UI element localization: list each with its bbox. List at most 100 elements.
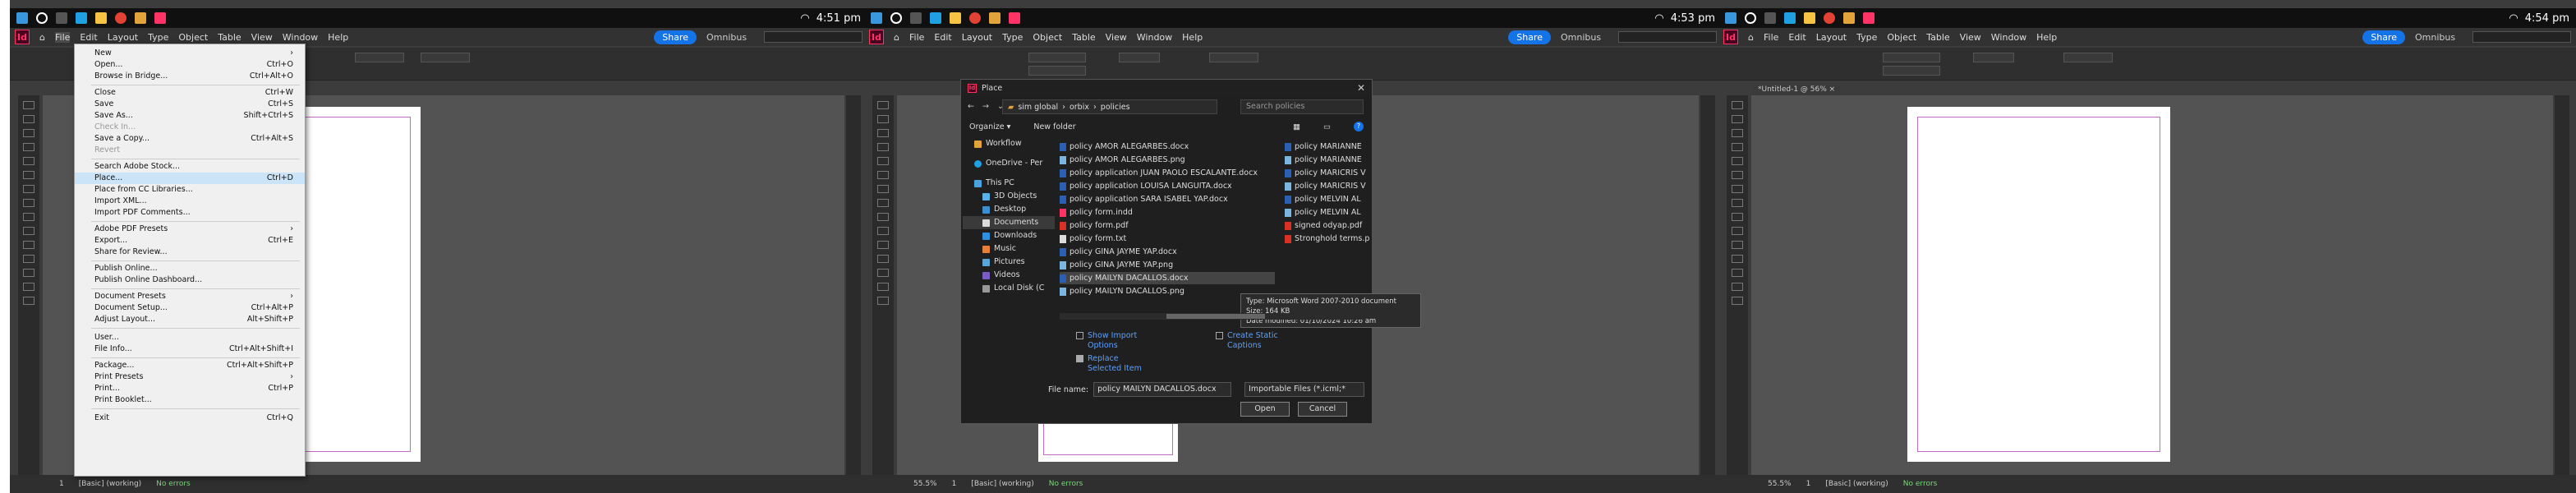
menu-document-presets[interactable]: Document Presets › (75, 291, 305, 302)
rectangle-tool-icon[interactable] (23, 213, 34, 221)
scrollbar-thumb[interactable] (1166, 314, 1265, 319)
menu-close[interactable]: Close Ctrl+W (75, 87, 305, 99)
right-panel-dock[interactable] (2555, 95, 2569, 477)
stroke-style-field[interactable] (1209, 53, 1258, 62)
file-type-select[interactable]: Importable Files (*.icml;* (1244, 382, 1365, 397)
back-arrow-icon[interactable]: ← (968, 102, 974, 111)
menu-browse-bridge[interactable]: Browse in Bridge... Ctrl+Alt+O (75, 71, 305, 82)
scissors-tool-icon[interactable] (877, 227, 889, 235)
menu-help[interactable]: Help (2036, 32, 2057, 43)
file-item[interactable]: Stronghold terms.p (1285, 233, 1372, 245)
menu-publish-online[interactable]: Publish Online... (75, 263, 305, 274)
edge-icon[interactable] (930, 12, 941, 24)
menu-layout[interactable]: Layout (962, 32, 992, 43)
dialog-search-input[interactable]: Search policies (1240, 99, 1364, 114)
selection-tool-icon[interactable] (1732, 101, 1743, 109)
menu-open[interactable]: Open... Ctrl+O (75, 59, 305, 71)
clock[interactable]: 4:53 pm (1671, 12, 1715, 25)
preview-pane-icon[interactable]: ▭ (1323, 122, 1331, 131)
nav-workflow[interactable]: Workflow (963, 137, 1055, 150)
file-item[interactable]: policy AMOR ALEGARBES.png (1060, 154, 1281, 166)
menu-type[interactable]: Type (148, 32, 168, 43)
document-page[interactable] (1038, 422, 1178, 462)
menu-help[interactable]: Help (1182, 32, 1203, 43)
page-number[interactable]: 1 (59, 480, 64, 488)
workspace-switcher[interactable]: Omnibus (2415, 32, 2455, 43)
opacity-field[interactable] (421, 53, 470, 62)
wifi-icon[interactable]: ◠ (800, 12, 809, 25)
menu-import-xml[interactable]: Import XML... (75, 196, 305, 207)
menu-print[interactable]: Print... Ctrl+P (75, 383, 305, 394)
new-folder-button[interactable]: New folder (1033, 122, 1075, 131)
hand-tool-icon[interactable] (877, 283, 889, 291)
menu-file-info[interactable]: File Info... Ctrl+Alt+Shift+I (75, 343, 305, 355)
cancel-button[interactable]: Cancel (1298, 402, 1347, 417)
menu-print-presets[interactable]: Print Presets › (75, 371, 305, 383)
menu-new[interactable]: New › (75, 48, 305, 59)
chrome-icon[interactable] (969, 12, 981, 24)
pen-tool-icon[interactable] (877, 171, 889, 179)
menu-pdf-presets[interactable]: Adobe PDF Presets › (75, 223, 305, 235)
breadcrumb-policies[interactable]: policies (1101, 103, 1130, 112)
file-item[interactable]: policy application JUAN PAOLO ESCALANTE.… (1060, 167, 1281, 179)
menu-check-in[interactable]: Check In... (75, 122, 305, 133)
menu-object[interactable]: Object (1887, 32, 1916, 43)
menu-save-as[interactable]: Save As... Shift+Ctrl+S (75, 110, 305, 122)
file-item[interactable]: policy MARIANNE (1285, 141, 1372, 153)
menu-help[interactable]: Help (328, 32, 348, 43)
gradient-tool-icon[interactable] (877, 255, 889, 263)
menu-publish-dashboard[interactable]: Publish Online Dashboard... (75, 274, 305, 286)
menu-object[interactable]: Object (1033, 32, 1062, 43)
menu-edit[interactable]: Edit (934, 32, 951, 43)
menu-window[interactable]: Window (1137, 32, 1172, 43)
pencil-tool-icon[interactable] (1732, 185, 1743, 193)
menu-view[interactable]: View (1960, 32, 1981, 43)
file-explorer-icon[interactable] (95, 12, 107, 24)
free-transform-tool-icon[interactable] (877, 241, 889, 249)
page-tool-icon[interactable] (877, 129, 889, 137)
hand-tool-icon[interactable] (1732, 283, 1743, 291)
scissors-tool-icon[interactable] (23, 227, 34, 235)
menu-import-pdf-comments[interactable]: Import PDF Comments... (75, 207, 305, 219)
file-item[interactable]: policy form.indd (1060, 206, 1281, 219)
x-field[interactable] (1028, 53, 1086, 62)
indesign-taskbar-icon[interactable] (154, 12, 166, 24)
stroke-weight-field[interactable] (1119, 53, 1160, 62)
type-tool-icon[interactable] (23, 143, 34, 151)
menu-edit[interactable]: Edit (1788, 32, 1806, 43)
share-button[interactable]: Share (1508, 30, 1551, 44)
nav-documents[interactable]: Documents (963, 216, 1055, 229)
menu-layout[interactable]: Layout (108, 32, 138, 43)
menu-user[interactable]: User... (75, 332, 305, 343)
chrome-icon[interactable] (1824, 12, 1835, 24)
create-static-captions-checkbox[interactable]: Create Static Captions (1216, 331, 1285, 351)
menu-type[interactable]: Type (1856, 32, 1877, 43)
zoom-tool-icon[interactable] (877, 297, 889, 305)
breadcrumb-orbix[interactable]: orbix (1070, 103, 1089, 112)
menu-document-setup[interactable]: Document Setup... Ctrl+Alt+P (75, 302, 305, 314)
home-icon[interactable]: ⌂ (1748, 32, 1754, 43)
scissors-tool-icon[interactable] (1732, 227, 1743, 235)
task-view-icon[interactable] (56, 12, 67, 24)
organize-button[interactable]: Organize ▾ (969, 122, 1010, 131)
chrome-icon[interactable] (115, 12, 126, 24)
file-item[interactable]: policy MARICRIS V (1285, 180, 1372, 192)
eyedropper-tool-icon[interactable] (1732, 269, 1743, 277)
menu-place-cc[interactable]: Place from CC Libraries... (75, 184, 305, 196)
selection-tool-icon[interactable] (23, 101, 34, 109)
nav-music[interactable]: Music (963, 242, 1055, 256)
windows-start-icon[interactable] (871, 12, 882, 24)
free-transform-tool-icon[interactable] (23, 241, 34, 249)
preflight-status[interactable]: No errors (1049, 480, 1083, 488)
page-tool-icon[interactable] (23, 129, 34, 137)
indesign-taskbar-icon[interactable] (1009, 12, 1020, 24)
indesign-taskbar-icon[interactable] (1863, 12, 1874, 24)
wifi-icon[interactable]: ◠ (1654, 12, 1663, 25)
menu-adjust-layout[interactable]: Adjust Layout... Alt+Shift+P (75, 314, 305, 325)
pasteboard[interactable] (1751, 95, 2553, 475)
menu-file[interactable]: File (54, 31, 71, 43)
file-item[interactable]: policy AMOR ALEGARBES.docx (1060, 141, 1281, 153)
rectangle-frame-tool-icon[interactable] (23, 199, 34, 207)
menu-object[interactable]: Object (178, 32, 208, 43)
pen-tool-icon[interactable] (1732, 171, 1743, 179)
